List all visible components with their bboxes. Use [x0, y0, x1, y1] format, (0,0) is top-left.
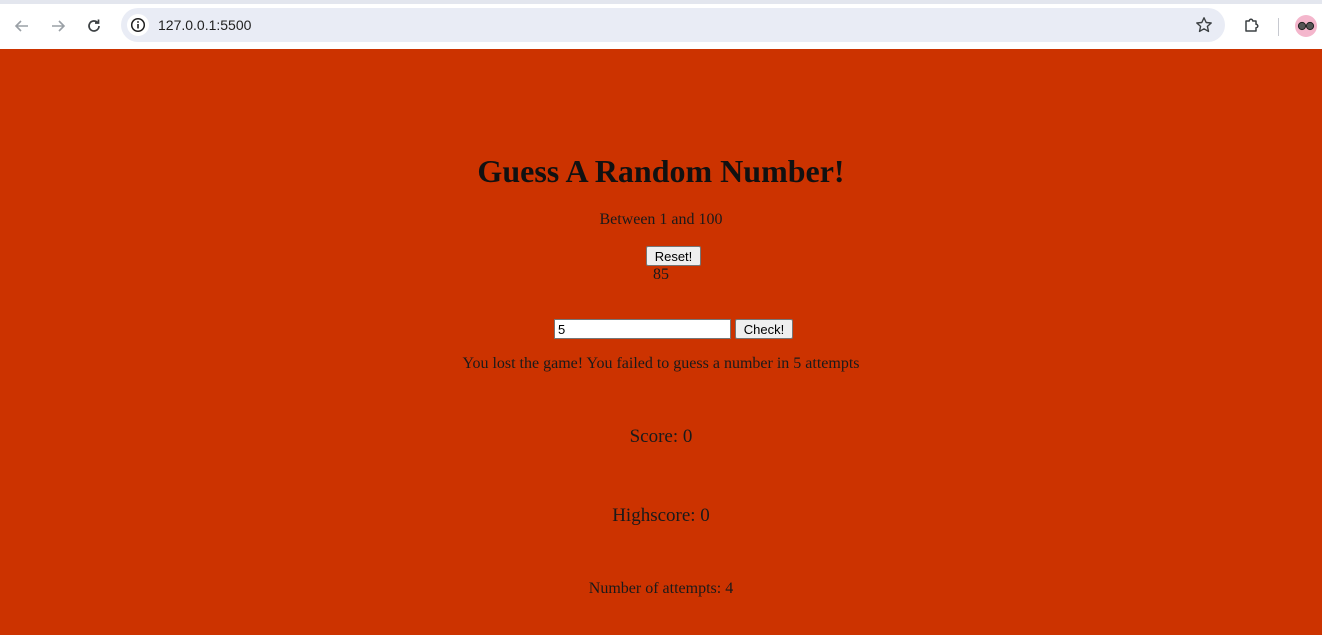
- address-bar[interactable]: 127.0.0.1:5500: [121, 8, 1225, 42]
- reload-button[interactable]: [82, 14, 106, 38]
- guess-input[interactable]: [554, 319, 731, 339]
- star-icon: [1196, 17, 1212, 33]
- arrow-right-icon: [52, 20, 66, 32]
- attempts-text: Number of attempts: 4: [588, 580, 734, 597]
- score-text: Score: 0: [629, 426, 693, 447]
- game-page: Guess A Random Number! Between 1 and 100…: [0, 49, 1322, 635]
- extensions-button[interactable]: [1241, 14, 1263, 36]
- bookmark-button[interactable]: [1193, 14, 1215, 36]
- reset-button[interactable]: Reset!: [646, 246, 701, 266]
- reload-icon: [88, 19, 100, 32]
- result-message: You lost the game! You failed to guess a…: [462, 355, 860, 372]
- url-text[interactable]: 127.0.0.1:5500: [158, 17, 251, 33]
- site-info-button[interactable]: [127, 14, 149, 36]
- profile-avatar[interactable]: [1295, 15, 1317, 37]
- highscore-text: Highscore: 0: [612, 505, 710, 526]
- info-icon: [130, 17, 146, 33]
- glasses-icon: [1297, 21, 1315, 31]
- check-button[interactable]: Check!: [735, 319, 793, 339]
- browser-toolbar: 127.0.0.1:5500: [0, 0, 1322, 49]
- toolbar-divider: [1278, 18, 1279, 36]
- forward-button[interactable]: [46, 14, 70, 38]
- puzzle-icon: [1245, 18, 1259, 32]
- back-button[interactable]: [10, 14, 34, 38]
- page-title: Guess A Random Number!: [477, 153, 845, 189]
- arrow-left-icon: [14, 20, 28, 32]
- secret-number: 85: [653, 266, 669, 283]
- range-text: Between 1 and 100: [599, 211, 723, 228]
